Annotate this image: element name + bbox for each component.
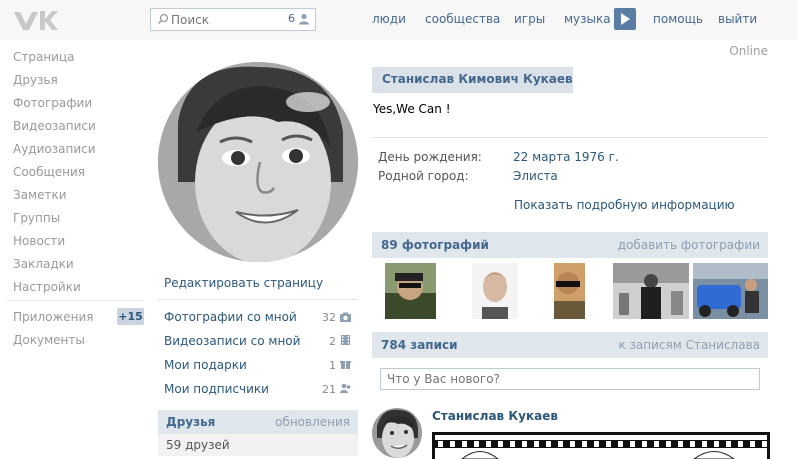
my-gifts-link[interactable]: Мои подарки: [164, 358, 247, 372]
play-icon: [621, 13, 630, 25]
photo-thumbnail[interactable]: [693, 263, 768, 319]
nav-music[interactable]: музыка: [564, 12, 611, 26]
wall-post-input[interactable]: [387, 371, 747, 387]
wall-post-box[interactable]: [380, 368, 760, 390]
nav-logout[interactable]: выйти: [718, 12, 757, 26]
vk-logo-icon[interactable]: [12, 7, 58, 33]
search-box[interactable]: 6: [150, 8, 316, 31]
birthday-label: День рождения:: [378, 150, 482, 164]
sidebar-item-documents[interactable]: Документы: [13, 333, 85, 347]
online-status: Online: [729, 44, 768, 58]
birthday-value[interactable]: 22 марта 1976 г.: [513, 150, 619, 164]
friends-updates-link[interactable]: обновления: [275, 415, 350, 429]
photos-with-me-count: 32: [322, 311, 336, 324]
search-icon: [157, 13, 169, 25]
post-author-avatar[interactable]: [372, 408, 422, 458]
hometown-label: Родной город:: [378, 169, 469, 183]
camera-icon: [340, 312, 351, 322]
add-photos-link[interactable]: добавить фотографии: [618, 238, 760, 252]
friends-block-header[interactable]: Друзья обновления: [158, 410, 358, 434]
sidebar-item-page[interactable]: Страница: [13, 50, 75, 64]
friends-count-bar: 59 друзей: [158, 434, 358, 456]
profile-status[interactable]: Yes,We Can !: [373, 102, 451, 116]
sidebar-item-messages[interactable]: Сообщения: [13, 165, 85, 179]
info-divider: [372, 137, 768, 138]
videos-with-me-count: 2: [329, 335, 336, 348]
sidebar-item-bookmarks[interactable]: Закладки: [13, 257, 74, 271]
sidebar-item-notes[interactable]: Заметки: [13, 188, 67, 202]
film-icon: [341, 335, 350, 345]
sidebar-item-settings[interactable]: Настройки: [13, 280, 81, 294]
sidebar-divider: [7, 300, 144, 301]
profile-name: Станислав Кимович Кукаев: [382, 72, 573, 86]
sidebar-item-photos[interactable]: Фотографии: [13, 96, 92, 110]
photos-block-header: 89 фотографий добавить фотографии: [372, 232, 768, 258]
videos-with-me-link[interactable]: Видеозаписи со мной: [164, 334, 300, 348]
search-people-count: 6: [288, 12, 295, 25]
apps-badge[interactable]: +15: [117, 308, 144, 325]
sidebar-item-videos[interactable]: Видеозаписи: [13, 119, 96, 133]
photo-thumbnail[interactable]: [613, 263, 689, 319]
profile-name-box: Станислав Кимович Кукаев: [372, 67, 573, 93]
my-followers-link[interactable]: Мои подписчики: [164, 382, 269, 396]
friends-title[interactable]: Друзья: [166, 415, 215, 429]
sidebar-item-audio[interactable]: Аудиозаписи: [13, 142, 96, 156]
show-more-info-link[interactable]: Показать подробную информацию: [514, 198, 735, 212]
photo-thumbnail[interactable]: [385, 263, 436, 319]
wall-posts-link[interactable]: к записям Станислава: [618, 338, 760, 352]
photo-thumbnail[interactable]: [554, 263, 585, 319]
friends-count: 59 друзей: [166, 438, 230, 452]
search-input[interactable]: [171, 11, 281, 28]
person-icon: [299, 13, 309, 25]
wall-block-header: 784 записи к записям Станислава: [372, 332, 768, 358]
post-image[interactable]: [432, 432, 770, 459]
photo-thumbnail[interactable]: [472, 263, 518, 319]
sidebar-item-groups[interactable]: Группы: [13, 211, 60, 225]
profile-avatar[interactable]: [158, 62, 358, 262]
nav-help[interactable]: помощь: [653, 12, 703, 26]
play-button[interactable]: [614, 8, 636, 30]
sidebar-item-friends[interactable]: Друзья: [13, 73, 58, 87]
hometown-value[interactable]: Элиста: [513, 169, 558, 183]
edit-page-link[interactable]: Редактировать страницу: [164, 276, 323, 290]
nav-communities[interactable]: сообщества: [425, 12, 500, 26]
photos-with-me-link[interactable]: Фотографии со мной: [164, 310, 297, 324]
nav-people[interactable]: люди: [372, 12, 406, 26]
wall-posts-count[interactable]: 784 записи: [381, 338, 458, 352]
photos-count-title[interactable]: 89 фотографий: [381, 238, 489, 252]
middle-divider: [158, 299, 358, 300]
top-header: 6 люди сообщества игры музыка помощь вый…: [0, 0, 797, 40]
post-author-name[interactable]: Станислав Кукаев: [432, 409, 558, 423]
my-gifts-count: 1: [329, 359, 336, 372]
sidebar-item-news[interactable]: Новости: [13, 234, 65, 248]
gift-icon: [340, 361, 351, 369]
nav-games[interactable]: игры: [514, 12, 545, 26]
sidebar-item-apps[interactable]: Приложения: [13, 310, 94, 324]
people-icon: [340, 383, 351, 393]
my-followers-count: 21: [322, 383, 336, 396]
